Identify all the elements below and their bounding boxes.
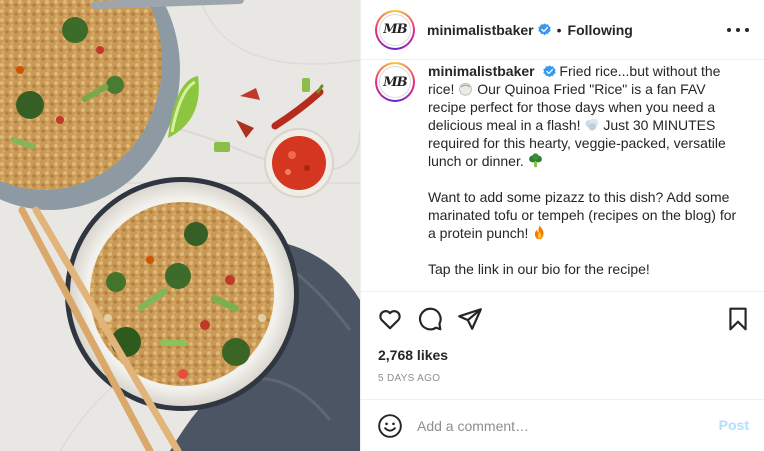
post-comment-button[interactable]: Post bbox=[719, 417, 749, 433]
following-button[interactable]: Following bbox=[568, 22, 633, 38]
post-date[interactable]: 5 DAYS AGO bbox=[378, 373, 440, 384]
bookmark-icon[interactable] bbox=[725, 306, 751, 332]
heart-icon[interactable] bbox=[377, 306, 403, 332]
smiley-icon[interactable] bbox=[377, 413, 403, 439]
dash-emoji-icon bbox=[585, 118, 599, 131]
caption-avatar[interactable]: MB bbox=[375, 62, 415, 102]
fire-emoji-icon bbox=[535, 225, 544, 240]
caption-text: minimalistbaker Fried rice...but without… bbox=[428, 62, 746, 289]
caption-paragraph-2: Want to add some pizazz to this dish? Ad… bbox=[428, 189, 737, 241]
post-header: MB minimalistbaker • Following bbox=[361, 0, 764, 60]
comment-bar: Post bbox=[361, 399, 764, 451]
post-photo[interactable] bbox=[0, 0, 360, 451]
comment-input[interactable] bbox=[417, 416, 707, 436]
caption: MB minimalistbaker Fried rice...but with… bbox=[375, 62, 759, 289]
caption-verified-badge-icon bbox=[542, 65, 556, 78]
post-side-panel: MB minimalistbaker • Following MB minima… bbox=[360, 0, 764, 451]
comment-icon[interactable] bbox=[417, 306, 443, 332]
actions-area: 2,768 likes 5 DAYS AGO bbox=[361, 291, 764, 399]
more-options-icon[interactable] bbox=[727, 20, 749, 40]
verified-badge-icon bbox=[537, 23, 551, 36]
avatar[interactable]: MB bbox=[375, 9, 415, 50]
caption-avatar-initials: MB bbox=[379, 66, 411, 98]
likes-count[interactable]: 2,768 likes bbox=[378, 347, 448, 363]
username-link[interactable]: minimalistbaker bbox=[427, 22, 534, 38]
separator-dot: • bbox=[556, 21, 562, 38]
broccoli-emoji-icon bbox=[528, 153, 542, 168]
avatar-initials: MB bbox=[379, 13, 411, 46]
quinoa-fried-rice-photo bbox=[0, 0, 360, 451]
action-row bbox=[377, 306, 751, 332]
caption-username-link[interactable]: minimalistbaker bbox=[428, 63, 535, 79]
rice-ball-emoji-icon bbox=[459, 82, 473, 96]
caption-paragraph-3: Tap the link in our bio for the recipe! bbox=[428, 261, 650, 277]
send-icon[interactable] bbox=[457, 306, 483, 332]
